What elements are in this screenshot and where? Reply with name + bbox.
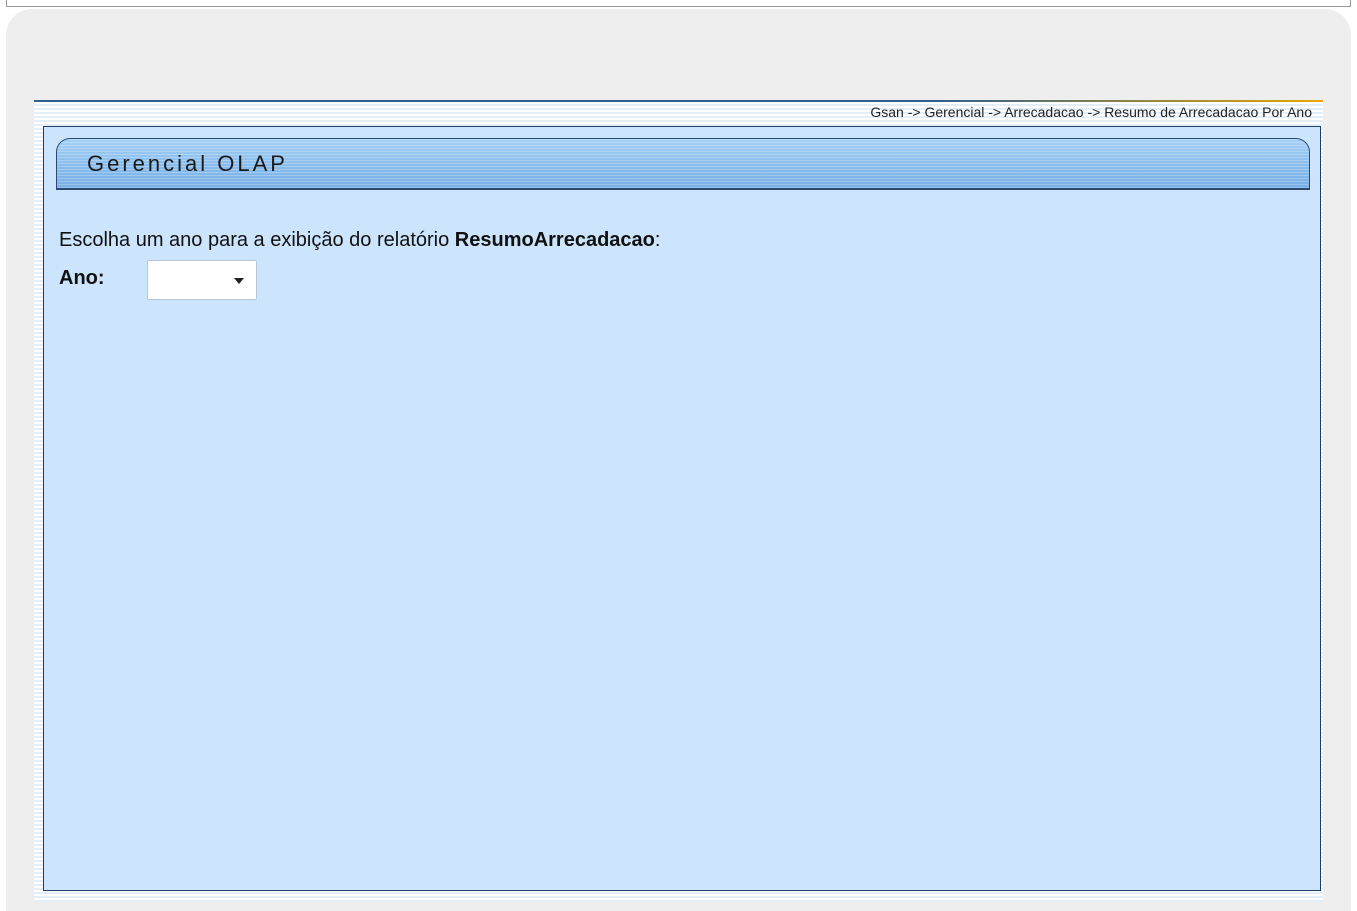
chevron-down-icon xyxy=(234,278,244,284)
prompt-text: Escolha um ano para a exibição do relató… xyxy=(59,229,455,251)
panel-title: Gerencial OLAP xyxy=(87,151,288,176)
report-name: ResumoArrecadacao xyxy=(454,229,655,251)
top-window-edge xyxy=(6,0,1351,7)
year-select[interactable] xyxy=(147,260,257,300)
panel-header: Gerencial OLAP xyxy=(56,138,1310,190)
prompt-suffix: : xyxy=(654,229,661,251)
report-prompt: Escolha um ano para a exibição do relató… xyxy=(59,229,660,252)
breadcrumb: Gsan -> Gerencial -> Arrecadacao -> Resu… xyxy=(870,104,1312,120)
header-accent-line xyxy=(34,100,1323,102)
year-label: Ano: xyxy=(59,267,105,289)
